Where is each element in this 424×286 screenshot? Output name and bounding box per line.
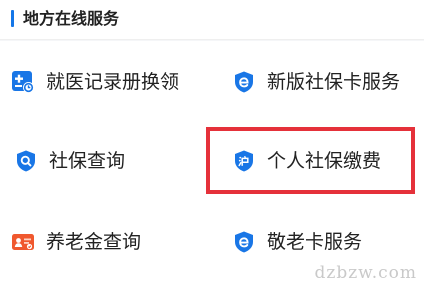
service-item-social-security-query[interactable]: 社保查询: [14, 141, 125, 181]
section-header: 地方在线服务: [0, 0, 424, 40]
pension-card-icon: [11, 230, 35, 254]
section-title: 地方在线服务: [23, 9, 120, 28]
section-accent-bar: [11, 10, 14, 27]
highlight-box: [206, 127, 415, 194]
service-item-label: 敬老卡服务: [267, 231, 363, 253]
medical-record-icon: [11, 70, 35, 94]
service-item-label: 就医记录册换领: [46, 71, 180, 93]
e-shield-icon: [232, 70, 256, 94]
service-item-label: 社保查询: [49, 150, 126, 172]
e-shield-icon: [232, 230, 256, 254]
search-shield-icon: [14, 149, 38, 173]
service-item-label: 养老金查询: [46, 231, 142, 253]
service-item-new-social-security-card[interactable]: 新版社保卡服务: [232, 62, 400, 102]
service-item-pension-query[interactable]: 养老金查询: [11, 222, 141, 262]
watermark-text: dzbzw.com: [314, 263, 417, 283]
service-item-label: 新版社保卡服务: [267, 71, 401, 93]
service-item-medical-record-renewal[interactable]: 就医记录册换领: [11, 62, 179, 102]
service-item-senior-card[interactable]: 敬老卡服务: [232, 222, 362, 262]
